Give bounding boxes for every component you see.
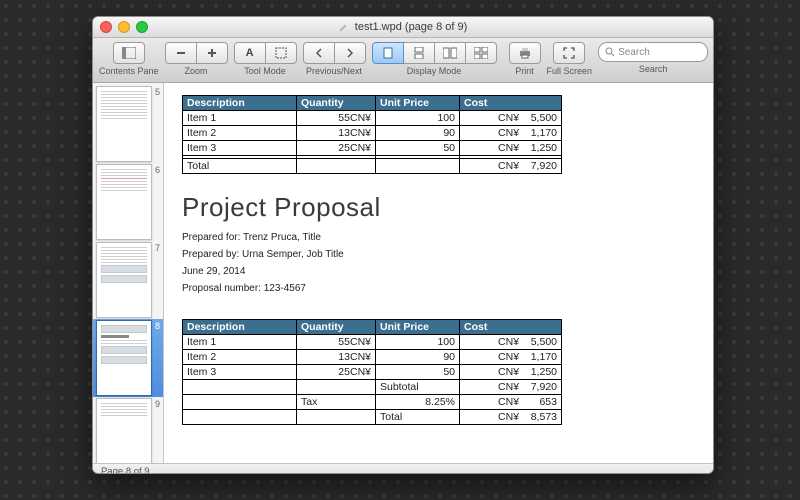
two-page-icon — [443, 47, 457, 59]
app-window: test1.wpd (page 8 of 9) Contents Pane — [92, 16, 714, 474]
search-icon — [605, 47, 615, 57]
col-header: Cost — [460, 320, 562, 335]
contents-pane-label: Contents Pane — [99, 66, 159, 76]
table-total-row: Total CN¥ 7,920 — [183, 159, 562, 174]
minimize-window-button[interactable] — [118, 21, 130, 33]
two-continuous-icon — [474, 47, 488, 59]
print-button[interactable] — [509, 42, 541, 64]
thumbnail-sidebar[interactable]: 5 6 7 8 9 — [93, 83, 164, 463]
table-row: Item 2 13CN¥ 90 CN¥ 1,170 — [183, 350, 562, 365]
contents-pane-group: Contents Pane — [99, 42, 159, 76]
meta-prepared-for: Prepared for: Trenz Pruca, Title — [182, 229, 695, 246]
toolbar: Contents Pane Zoom A — [93, 38, 713, 83]
document-title: Project Proposal — [182, 192, 695, 223]
status-bar: Page 8 of 9 — [93, 463, 713, 474]
fullscreen-icon — [563, 47, 575, 59]
thumbnail-page[interactable]: 7 — [93, 241, 163, 319]
table-total-row: Total CN¥ 8,573 — [183, 410, 562, 425]
thumbnail-number: 5 — [155, 87, 160, 97]
search-label: Search — [639, 64, 668, 74]
status-text: Page 8 of 9 — [101, 466, 150, 474]
search-input[interactable]: Search — [598, 42, 708, 62]
tax-row: Tax 8.25% CN¥ 653 — [183, 395, 562, 410]
thumbnail-page-selected[interactable]: 8 — [93, 319, 163, 397]
display-mode-label: Display Mode — [407, 66, 462, 76]
table-row: Item 1 55CN¥ 100 CN¥ 5,500 — [183, 335, 562, 350]
close-window-button[interactable] — [100, 21, 112, 33]
zoom-in-button[interactable] — [197, 42, 228, 64]
display-two-continuous-button[interactable] — [466, 42, 497, 64]
thumbnail-number: 6 — [155, 165, 160, 175]
plus-icon — [207, 48, 217, 58]
table-row: Item 1 55CN¥ 100 CN¥ 5,500 — [183, 111, 562, 126]
display-two-up-button[interactable] — [435, 42, 466, 64]
tool-text-button[interactable]: A — [234, 42, 266, 64]
print-group: Print — [509, 42, 541, 76]
marquee-icon — [275, 47, 287, 59]
window-title: test1.wpd (page 8 of 9) — [355, 21, 468, 33]
print-label: Print — [515, 66, 534, 76]
doc-meta: Prepared for: Trenz Pruca, Title Prepare… — [182, 229, 695, 297]
window-body: 5 6 7 8 9 — [93, 83, 713, 463]
arrow-right-icon — [345, 48, 355, 58]
search-placeholder: Search — [618, 47, 650, 58]
fullscreen-label: Full Screen — [547, 66, 593, 76]
col-header: Quantity — [297, 96, 376, 111]
prev-next-group: Previous/Next — [303, 42, 366, 76]
col-header: Quantity — [297, 320, 376, 335]
document-page: Description Quantity Unit Price Cost Ite… — [164, 83, 713, 425]
contents-pane-button[interactable] — [113, 42, 145, 64]
text-tool-icon: A — [246, 47, 254, 59]
document-viewer[interactable]: Description Quantity Unit Price Cost Ite… — [164, 83, 713, 463]
fullscreen-group: Full Screen — [547, 42, 593, 76]
col-header: Description — [183, 96, 297, 111]
display-continuous-button[interactable] — [404, 42, 435, 64]
col-header: Description — [183, 320, 297, 335]
table-row: Item 3 25CN¥ 50 CN¥ 1,250 — [183, 141, 562, 156]
tool-mode-group: A Tool Mode — [234, 42, 297, 76]
search-group: Search Search — [598, 42, 708, 74]
fullscreen-button[interactable] — [553, 42, 585, 64]
zoom-window-button[interactable] — [136, 21, 148, 33]
desktop: test1.wpd (page 8 of 9) Contents Pane — [0, 0, 800, 500]
display-mode-group: Display Mode — [372, 42, 497, 76]
col-header: Unit Price — [376, 96, 460, 111]
col-header: Unit Price — [376, 320, 460, 335]
thumbnail-number: 9 — [155, 399, 160, 409]
document-proxy-icon[interactable] — [339, 23, 348, 32]
thumbnail-number: 7 — [155, 243, 160, 253]
meta-date: June 29, 2014 — [182, 263, 695, 280]
zoom-group: Zoom — [165, 42, 228, 76]
previous-page-button[interactable] — [303, 42, 335, 64]
zoom-label: Zoom — [185, 66, 208, 76]
cost-table-bottom: Description Quantity Unit Price Cost Ite… — [182, 319, 562, 425]
cost-table-top: Description Quantity Unit Price Cost Ite… — [182, 95, 562, 174]
subtotal-row: Subtotal CN¥ 7,920 — [183, 380, 562, 395]
arrow-left-icon — [314, 48, 324, 58]
printer-icon — [518, 47, 532, 59]
single-page-icon — [383, 47, 393, 59]
thumbnail-page[interactable]: 5 — [93, 85, 163, 163]
meta-prepared-by: Prepared by: Urna Semper, Job Title — [182, 246, 695, 263]
tool-select-button[interactable] — [266, 42, 297, 64]
table-row: Item 2 13CN¥ 90 CN¥ 1,170 — [183, 126, 562, 141]
continuous-icon — [414, 47, 424, 59]
table-row: Item 3 25CN¥ 50 CN¥ 1,250 — [183, 365, 562, 380]
zoom-out-button[interactable] — [165, 42, 197, 64]
thumbnail-number: 8 — [155, 321, 160, 331]
prev-next-label: Previous/Next — [306, 66, 362, 76]
minus-icon — [176, 48, 186, 58]
thumbnail-page[interactable]: 9 — [93, 397, 163, 463]
meta-proposal-number: Proposal number: 123-4567 — [182, 280, 695, 297]
window-controls — [100, 21, 148, 33]
col-header: Cost — [460, 96, 562, 111]
thumbnail-page[interactable]: 6 — [93, 163, 163, 241]
tool-mode-label: Tool Mode — [244, 66, 286, 76]
sidebar-icon — [122, 47, 136, 59]
display-single-button[interactable] — [372, 42, 404, 64]
next-page-button[interactable] — [335, 42, 366, 64]
titlebar[interactable]: test1.wpd (page 8 of 9) — [93, 17, 713, 38]
